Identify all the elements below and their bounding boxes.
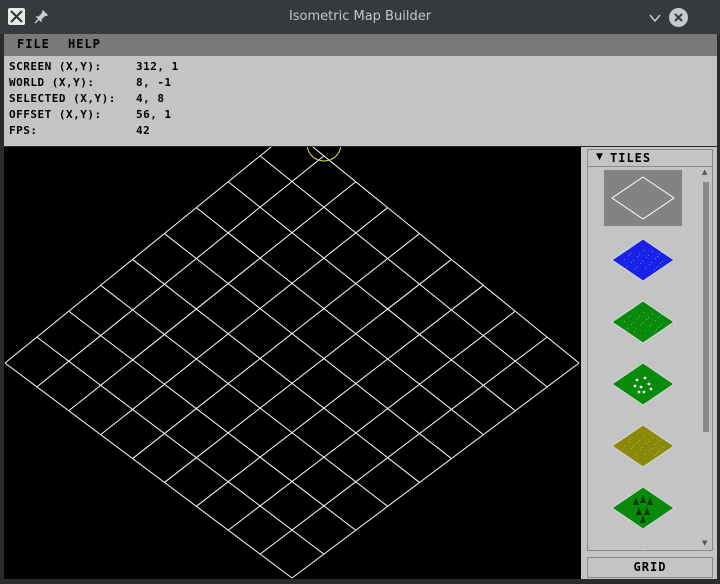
grid-line	[312, 147, 580, 364]
tile-flowers[interactable]	[604, 356, 682, 412]
tile-empty[interactable]	[604, 170, 682, 226]
tiles-scrollbar[interactable]: ▲ ▼	[701, 167, 711, 550]
cursor-highlight	[306, 147, 342, 162]
tile-trees[interactable]	[604, 480, 682, 536]
tiles-list[interactable]	[588, 167, 700, 550]
tile-water[interactable]	[604, 232, 682, 288]
side-panel: ▼ TILES ▲ ▼ GRID	[581, 147, 717, 579]
tile-water-icon	[611, 238, 675, 282]
close-icon[interactable]	[669, 8, 688, 27]
isometric-grid[interactable]	[4, 147, 581, 579]
grid-line	[227, 181, 516, 412]
info-value: 312, 1	[136, 60, 179, 73]
menu-file[interactable]: FILE	[17, 37, 50, 51]
collapse-triangle-icon[interactable]: ▼	[596, 152, 603, 162]
grid-line	[259, 336, 548, 555]
grid-line	[36, 336, 325, 555]
grid-line	[164, 259, 452, 483]
grid-line	[132, 233, 420, 459]
menu-bar: FILE HELP	[4, 34, 717, 56]
tile-sand[interactable]	[604, 418, 682, 474]
info-value: 8, -1	[136, 76, 172, 89]
tile-sand-icon	[611, 424, 675, 468]
tiles-panel: ▼ TILES ▲ ▼	[587, 149, 713, 551]
grid-line	[259, 155, 548, 388]
tile-empty-icon	[611, 176, 675, 220]
info-label: SCREEN (X,Y):	[9, 60, 102, 73]
grid-line	[132, 259, 420, 483]
info-value: 42	[136, 124, 151, 137]
scroll-up-icon[interactable]: ▲	[702, 168, 707, 176]
grid-line	[291, 362, 580, 579]
tile-grass[interactable]	[604, 294, 682, 350]
map-viewport[interactable]	[4, 147, 581, 579]
grid-line	[100, 284, 388, 507]
info-value: 56, 1	[136, 108, 172, 121]
minimize-icon[interactable]	[648, 10, 662, 24]
tile-grass-partial-icon	[640, 548, 646, 550]
grid-line	[227, 310, 516, 531]
scroll-thumb[interactable]	[703, 182, 709, 432]
grid-line	[196, 207, 484, 436]
tile-trees-icon	[611, 486, 675, 530]
info-label: FPS:	[9, 124, 38, 137]
grid-line	[68, 310, 357, 531]
grid-line	[164, 233, 452, 459]
info-label: WORLD (X,Y):	[9, 76, 95, 89]
tile-grass-partial[interactable]	[604, 542, 682, 550]
grid-line	[4, 362, 293, 579]
info-value: 4, 8	[136, 92, 165, 105]
scroll-down-icon[interactable]: ▼	[702, 539, 707, 547]
grid-line	[196, 284, 484, 507]
tile-flowers-icon	[611, 362, 675, 406]
grid-button[interactable]: GRID	[587, 557, 713, 578]
grid-line	[68, 181, 357, 412]
info-label: OFFSET (X,Y):	[9, 108, 102, 121]
grid-line	[36, 155, 325, 388]
grid-line	[4, 147, 272, 364]
grid-line	[100, 207, 388, 436]
info-label: SELECTED (X,Y):	[9, 92, 116, 105]
tile-grass-icon	[611, 300, 675, 344]
window-title: Isometric Map Builder	[288, 9, 432, 24]
tiles-header-label: TILES	[610, 151, 652, 165]
tiles-header[interactable]: ▼ TILES	[588, 150, 712, 167]
info-panel: SCREEN (X,Y): 312, 1 WORLD (X,Y): 8, -1 …	[4, 56, 717, 146]
menu-help[interactable]: HELP	[68, 37, 101, 51]
title-bar: Isometric Map Builder	[0, 0, 720, 34]
